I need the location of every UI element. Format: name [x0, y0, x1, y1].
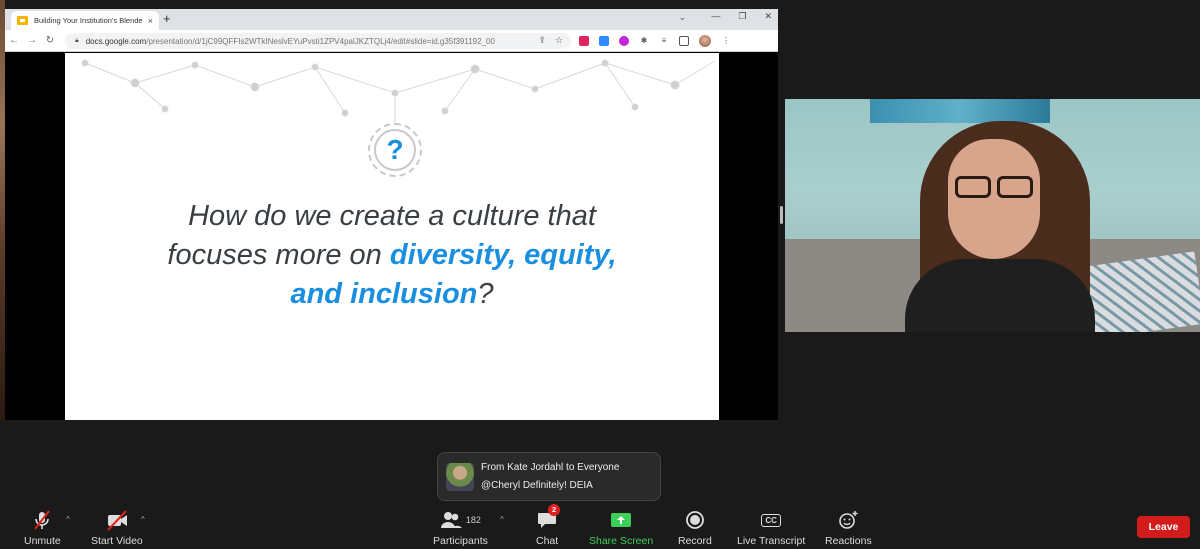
- live-transcript-button[interactable]: CC Live Transcript: [737, 508, 805, 547]
- question-circle-icon: ?: [368, 123, 422, 177]
- extensions-puzzle-icon[interactable]: ✱: [639, 36, 649, 46]
- slide-line-1: How do we create a culture that: [188, 200, 596, 232]
- browser-tab[interactable]: Building Your Institution's Blende ×: [11, 11, 159, 30]
- sender-avatar: [446, 463, 474, 491]
- video-off-icon: [105, 508, 129, 532]
- chat-icon: 2: [536, 504, 561, 532]
- reload-icon[interactable]: ↻: [41, 35, 59, 46]
- share-icon[interactable]: ⇪: [538, 35, 546, 46]
- extension-circle-icon[interactable]: [619, 36, 629, 46]
- question-inner-ring: ?: [374, 129, 416, 171]
- chat-notification[interactable]: From Kate Jordahl to Everyone @Cheryl De…: [437, 452, 661, 501]
- zoom-extension-icon[interactable]: [599, 36, 609, 46]
- glasses-left-lens: [955, 176, 991, 198]
- lock-icon[interactable]: 🔒︎: [75, 37, 79, 45]
- more-menu-icon[interactable]: ⋮: [721, 36, 731, 46]
- restore-icon[interactable]: ❐: [738, 11, 746, 22]
- audio-options-chevron-icon[interactable]: ^: [66, 515, 70, 524]
- slide-highlight-inclusion: and inclusion: [290, 278, 478, 310]
- side-panel-icon[interactable]: [679, 36, 689, 46]
- wall-art: [870, 99, 1050, 123]
- network-pattern-decoration: [81, 59, 716, 123]
- window-controls: — ❐ ✕: [711, 11, 772, 22]
- slides-favicon-icon: [17, 16, 28, 25]
- participants-count: 182: [465, 515, 481, 525]
- profile-avatar[interactable]: [699, 35, 711, 47]
- record-icon: [685, 508, 705, 532]
- speaker-video-tile[interactable]: [785, 99, 1200, 332]
- participants-icon: 182: [440, 508, 481, 532]
- cc-text: CC: [761, 513, 781, 527]
- media-control-icon[interactable]: ≡: [659, 36, 669, 46]
- omnibox-actions: ⇪ ☆: [538, 35, 563, 46]
- tab-title: Building Your Institution's Blende: [34, 16, 143, 25]
- chat-label: Chat: [536, 535, 559, 547]
- question-mark: ?: [386, 134, 404, 165]
- new-tab-button[interactable]: +: [163, 12, 171, 26]
- slide-highlight-diversity: diversity, equity,: [389, 239, 617, 271]
- address-bar[interactable]: 🔒︎ docs.google.com/presentation/d/1jC99Q…: [65, 33, 571, 49]
- reactions-label: Reactions: [825, 535, 872, 547]
- close-window-icon[interactable]: ✕: [764, 11, 772, 22]
- meeting-controls-bar: Unmute ^ Start Video ^ 182 Participants …: [0, 504, 1200, 549]
- presentation-slide: ? How do we create a culture that focuse…: [65, 53, 719, 420]
- slide-line-3-tail: ?: [477, 278, 494, 310]
- chat-sender: From Kate Jordahl to Everyone: [481, 462, 620, 473]
- minimize-icon[interactable]: —: [711, 11, 720, 22]
- record-label: Record: [678, 535, 712, 547]
- bookmark-star-icon[interactable]: ☆: [555, 35, 563, 46]
- start-video-button[interactable]: Start Video: [91, 508, 143, 547]
- url-path: /presentation/d/1jC99QFFIs2WTkINeslvEYuP…: [146, 36, 495, 46]
- pocket-icon[interactable]: [579, 36, 589, 46]
- start-video-label: Start Video: [91, 535, 143, 547]
- speaker-body: [905, 259, 1095, 332]
- chat-unread-badge: 2: [548, 504, 561, 516]
- browser-tabstrip: Building Your Institution's Blende × + ⌄…: [5, 9, 778, 30]
- participants-options-chevron-icon[interactable]: ^: [500, 515, 504, 524]
- share-screen-icon: [610, 508, 632, 532]
- tab-close-icon[interactable]: ×: [148, 16, 153, 26]
- glasses-right-lens: [997, 176, 1033, 198]
- slide-question-text: How do we create a culture that focuses …: [105, 197, 679, 314]
- unmute-label: Unmute: [24, 535, 61, 547]
- record-button[interactable]: Record: [678, 508, 712, 547]
- unmute-button[interactable]: Unmute: [24, 508, 61, 547]
- chat-button[interactable]: 2 Chat: [536, 504, 561, 547]
- back-icon[interactable]: ←: [5, 35, 23, 46]
- slide-line-3: and inclusion?: [105, 275, 679, 314]
- shared-browser-window: Building Your Institution's Blende × + ⌄…: [5, 9, 778, 420]
- slide-line-2-plain: focuses more on: [167, 239, 390, 271]
- reactions-smiley-icon: [837, 508, 859, 532]
- closed-caption-icon: CC: [761, 508, 781, 532]
- tab-search-icon[interactable]: ⌄: [678, 12, 686, 23]
- muted-microphone-icon: [31, 508, 53, 532]
- zoom-meeting-window: Building Your Institution's Blende × + ⌄…: [0, 0, 1200, 549]
- extension-icons: ✱ ≡ ⋮: [579, 35, 731, 47]
- leave-button[interactable]: Leave: [1137, 516, 1190, 538]
- browser-toolbar: ← → ↻ 🔒︎ docs.google.com/presentation/d/…: [5, 30, 778, 52]
- live-transcript-label: Live Transcript: [737, 535, 806, 547]
- share-screen-button[interactable]: Share Screen: [589, 508, 653, 547]
- split-view-handle[interactable]: [780, 206, 783, 224]
- participants-button[interactable]: 182 Participants: [433, 508, 488, 547]
- slide-line-2: focuses more on diversity, equity,: [105, 236, 679, 275]
- forward-icon[interactable]: →: [23, 35, 41, 46]
- reactions-button[interactable]: Reactions: [825, 508, 872, 547]
- chat-message: @Cheryl Definitely! DEIA: [481, 480, 593, 491]
- share-screen-label: Share Screen: [589, 535, 654, 547]
- video-options-chevron-icon[interactable]: ^: [141, 515, 145, 524]
- url-text: docs.google.com/presentation/d/1jC99QFFI…: [86, 37, 495, 46]
- participants-label: Participants: [433, 535, 488, 547]
- speaker-face: [948, 139, 1040, 259]
- url-host: docs.google.com: [85, 36, 147, 46]
